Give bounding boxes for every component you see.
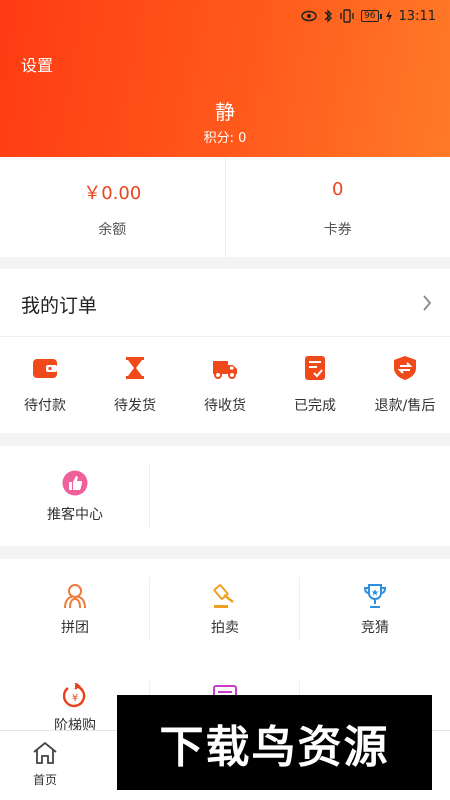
refund-shield-icon xyxy=(392,355,418,381)
order-label: 待发货 xyxy=(114,398,156,414)
trophy-icon xyxy=(362,583,388,609)
auction-label: 拍卖 xyxy=(211,620,239,636)
order-pending-receipt[interactable]: 待收货 xyxy=(180,337,270,433)
balance-card: ￥0.00 余额 0 卡券 xyxy=(0,157,450,257)
divider xyxy=(149,464,150,528)
eye-icon xyxy=(301,10,317,22)
quiz-label: 竞猜 xyxy=(361,620,389,636)
hourglass-icon xyxy=(122,355,148,381)
gavel-icon xyxy=(212,583,238,609)
coupon-count: 0 xyxy=(332,179,344,200)
wallet-icon xyxy=(32,355,58,381)
vibrate-icon xyxy=(339,9,355,23)
order-label: 已完成 xyxy=(294,398,336,414)
svg-text:¥: ¥ xyxy=(72,693,78,704)
status-time: 13:11 xyxy=(398,8,436,24)
user-name: 静 xyxy=(215,100,235,124)
profile-header: 96 13:11 设置 静 积分: 0 xyxy=(0,0,450,157)
auction-button[interactable]: 拍卖 xyxy=(150,559,300,659)
home-icon xyxy=(31,741,59,769)
order-pending-payment[interactable]: 待付款 xyxy=(0,337,90,433)
my-orders-row[interactable]: 我的订单 xyxy=(0,269,450,337)
balance-item[interactable]: ￥0.00 余额 xyxy=(0,157,225,257)
nav-home-label: 首页 xyxy=(32,773,57,787)
group-icon xyxy=(62,583,88,609)
settings-button[interactable]: 设置 xyxy=(21,52,53,76)
order-label: 退款/售后 xyxy=(374,398,436,414)
recommend-center-label: 推客中心 xyxy=(47,507,103,523)
recommend-card: 推客中心 xyxy=(0,446,450,546)
chevron-right-icon xyxy=(422,295,432,315)
order-label: 待收货 xyxy=(204,398,246,414)
order-label: 待付款 xyxy=(24,398,66,414)
order-refund[interactable]: 退款/售后 xyxy=(360,337,450,433)
status-bar: 96 13:11 xyxy=(301,6,436,26)
order-status-row: 待付款 待发货 待收货 已完成 退款/售后 xyxy=(0,337,450,433)
points-label: 积分: 0 xyxy=(203,131,247,146)
balance-label: 余额 xyxy=(98,222,127,238)
recommend-center-button[interactable]: 推客中心 xyxy=(0,446,150,546)
coupon-item[interactable]: 0 卡券 xyxy=(224,157,450,257)
thumbs-up-icon xyxy=(62,470,88,496)
balance-value: ￥0.00 xyxy=(83,183,142,204)
bluetooth-icon xyxy=(323,9,333,23)
watermark-banner: 下载鸟资源 xyxy=(117,695,432,790)
quiz-button[interactable]: 竞猜 xyxy=(300,559,450,659)
nav-home[interactable]: 首页 xyxy=(25,741,65,788)
orders-card: 我的订单 待付款 待发货 待收货 已完成 退款/售后 xyxy=(0,269,450,433)
order-pending-shipment[interactable]: 待发货 xyxy=(90,337,180,433)
orders-title: 我的订单 xyxy=(21,295,98,317)
checklist-icon xyxy=(302,355,328,381)
truck-icon xyxy=(212,355,238,381)
battery-icon: 96 xyxy=(361,10,383,22)
coupon-label: 卡券 xyxy=(323,222,352,238)
charging-icon xyxy=(385,10,393,22)
tier-price-icon: ¥ xyxy=(62,682,88,709)
order-completed[interactable]: 已完成 xyxy=(270,337,360,433)
group-buy-button[interactable]: 拼团 xyxy=(0,559,150,659)
group-buy-label: 拼团 xyxy=(61,620,89,636)
